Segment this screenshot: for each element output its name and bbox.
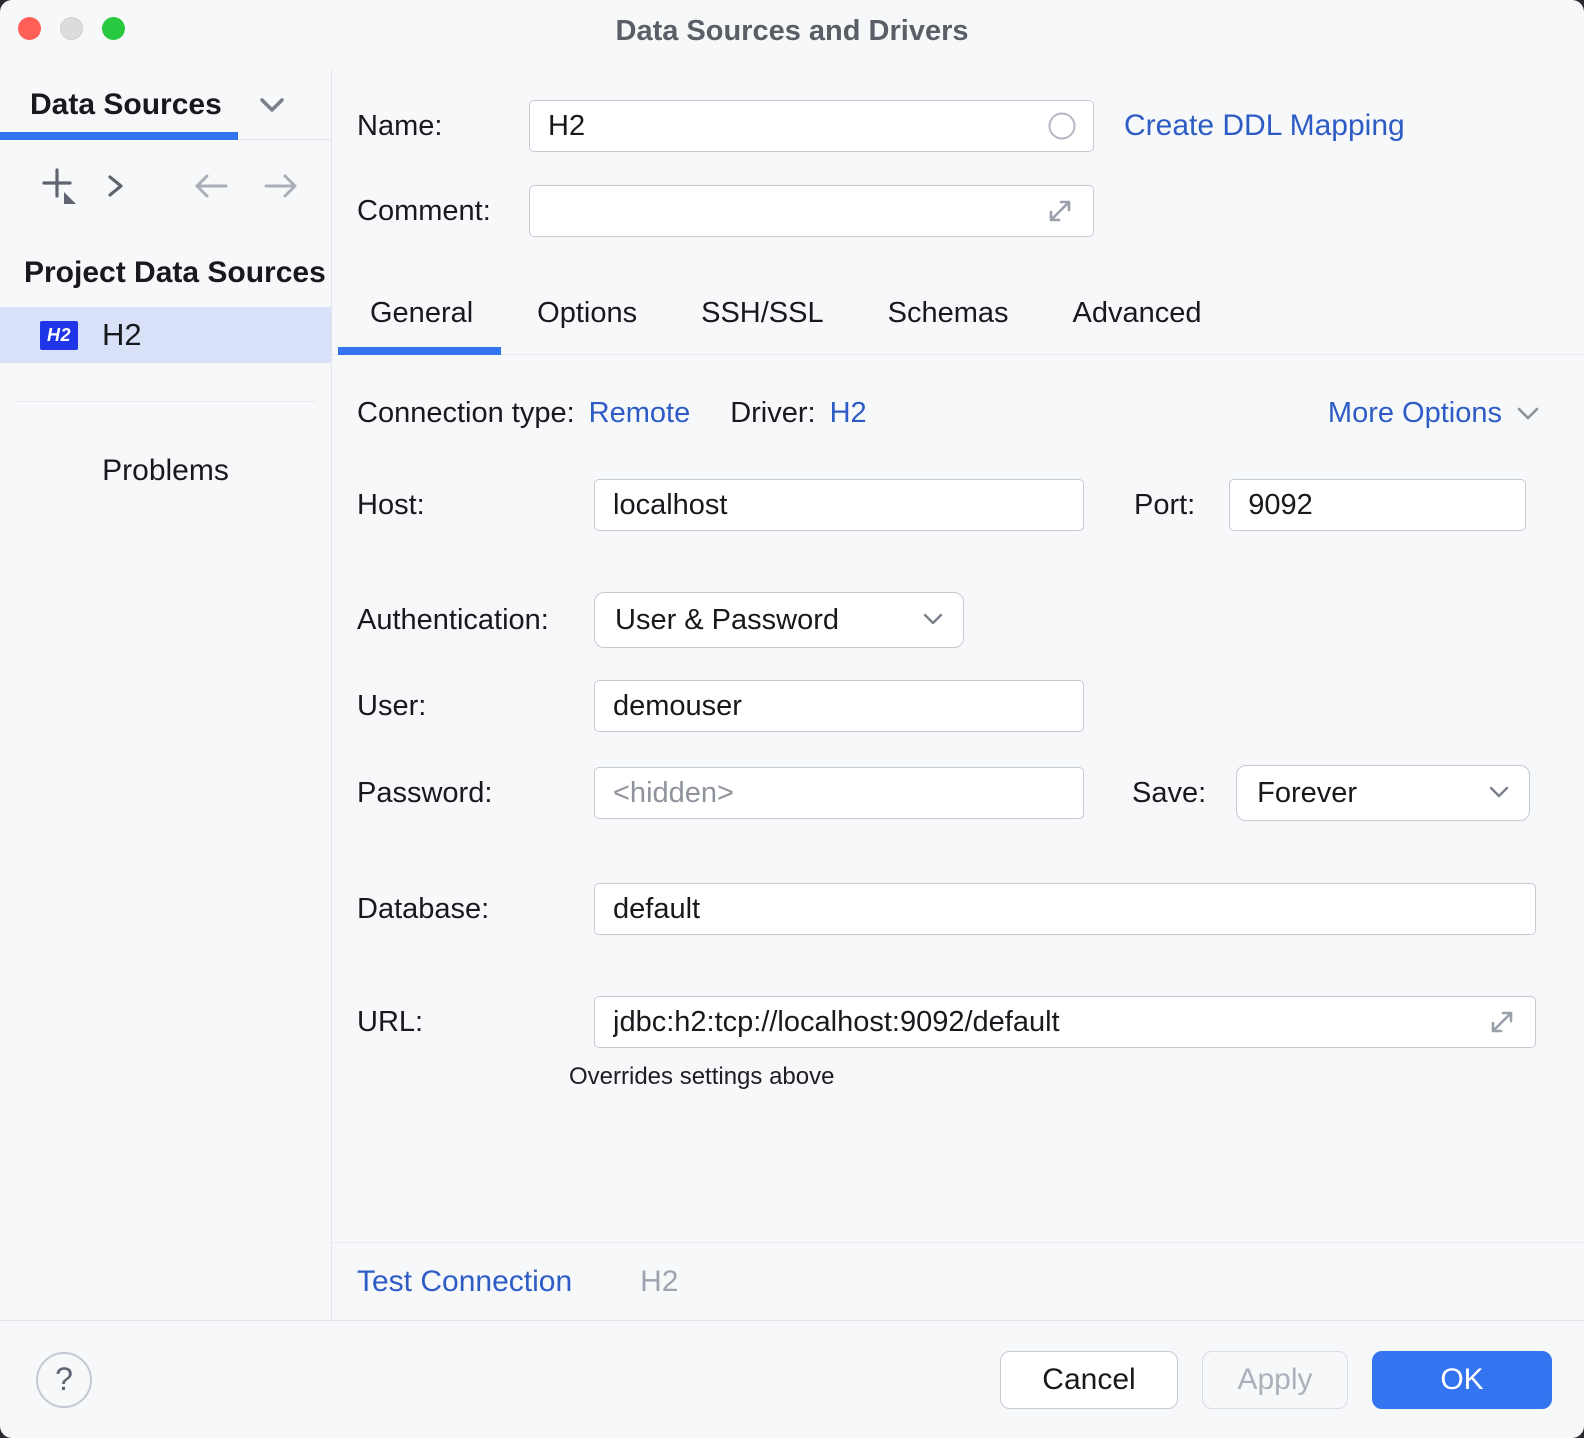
database-row: Database: xyxy=(332,883,1584,935)
sidebar-divider xyxy=(14,401,317,402)
tab-general[interactable]: General xyxy=(368,297,475,354)
test-connection-link[interactable]: Test Connection xyxy=(357,1265,572,1299)
save-select[interactable]: Forever xyxy=(1236,765,1530,821)
color-circle-icon[interactable] xyxy=(1048,112,1076,140)
sidebar-item-h2[interactable]: H2 H2 xyxy=(0,307,331,363)
authentication-row: Authentication: User & Password xyxy=(332,592,1584,648)
project-data-sources-title: Project Data Sources xyxy=(24,256,331,290)
password-input[interactable] xyxy=(594,767,1084,819)
port-label: Port: xyxy=(1134,489,1195,522)
chevron-down-icon[interactable] xyxy=(256,90,288,120)
ok-button[interactable]: OK xyxy=(1372,1351,1552,1409)
authentication-value: User & Password xyxy=(615,604,839,637)
host-label: Host: xyxy=(357,489,594,522)
user-input[interactable] xyxy=(594,680,1084,732)
footer-buttons: Cancel Apply OK xyxy=(1000,1351,1552,1409)
connection-type-label: Connection type: xyxy=(357,397,575,430)
tab-ssh-ssl[interactable]: SSH/SSL xyxy=(699,297,826,354)
zoom-icon[interactable] xyxy=(102,17,125,40)
user-row: User: xyxy=(332,680,1584,732)
user-label: User: xyxy=(357,690,594,723)
active-tab-underline xyxy=(0,132,238,140)
port-input[interactable] xyxy=(1229,479,1526,531)
titlebar: Data Sources and Drivers xyxy=(0,0,1584,70)
password-row: Password: Save: Forever xyxy=(332,765,1584,821)
create-ddl-mapping-link[interactable]: Create DDL Mapping xyxy=(1124,109,1405,143)
back-arrow-icon[interactable] xyxy=(192,171,230,201)
authentication-label: Authentication: xyxy=(357,604,594,637)
data-sources-dialog: Data Sources and Drivers Data Sources xyxy=(0,0,1584,1438)
chevron-down-icon xyxy=(923,613,943,627)
host-row: Host: Port: xyxy=(332,479,1584,531)
database-label: Database: xyxy=(357,893,594,926)
comment-label: Comment: xyxy=(357,195,529,228)
sidebar-toolbar xyxy=(38,164,331,208)
sidebar-tab-data-sources[interactable]: Data Sources xyxy=(0,70,331,140)
expand-editor-icon[interactable] xyxy=(1044,195,1076,227)
sidebar: Data Sources Proj xyxy=(0,70,332,1320)
name-row: Name: Create DDL Mapping xyxy=(332,100,1584,152)
name-label: Name: xyxy=(357,110,529,143)
cancel-button[interactable]: Cancel xyxy=(1000,1351,1178,1409)
tab-options[interactable]: Options xyxy=(535,297,639,354)
authentication-select[interactable]: User & Password xyxy=(594,592,964,648)
tab-advanced[interactable]: Advanced xyxy=(1071,297,1204,354)
expand-editor-icon[interactable] xyxy=(1486,1006,1518,1038)
driver-value[interactable]: H2 xyxy=(830,397,867,430)
url-input[interactable] xyxy=(594,996,1536,1048)
add-data-source-icon[interactable] xyxy=(38,164,80,208)
apply-button[interactable]: Apply xyxy=(1202,1351,1348,1409)
window-title: Data Sources and Drivers xyxy=(0,0,1584,62)
comment-row: Comment: xyxy=(332,185,1584,237)
minimize-icon[interactable] xyxy=(60,17,83,40)
h2-driver-icon: H2 xyxy=(40,321,78,350)
dialog-footer: ? Cancel Apply OK xyxy=(0,1320,1584,1438)
more-options-link[interactable]: More Options xyxy=(1328,397,1540,430)
close-icon[interactable] xyxy=(18,17,41,40)
tab-schemas[interactable]: Schemas xyxy=(886,297,1011,354)
save-label: Save: xyxy=(1132,777,1206,810)
more-options-label: More Options xyxy=(1328,397,1502,430)
host-input[interactable] xyxy=(594,479,1084,531)
settings-tabs: General Options SSH/SSL Schemas Advanced xyxy=(332,297,1584,355)
database-input[interactable] xyxy=(594,883,1536,935)
help-icon[interactable]: ? xyxy=(36,1352,92,1408)
sidebar-item-label: H2 xyxy=(102,317,142,353)
window-controls xyxy=(18,17,125,40)
spacer xyxy=(332,1091,1584,1242)
expand-node-icon[interactable] xyxy=(104,171,126,201)
general-tab-panel: Connection type: Remote Driver: H2 More … xyxy=(332,355,1584,1320)
url-hint: Overrides settings above xyxy=(569,1063,1584,1091)
url-label: URL: xyxy=(357,1006,594,1039)
connection-type-row: Connection type: Remote Driver: H2 More … xyxy=(332,397,1584,430)
problems-section-label[interactable]: Problems xyxy=(0,454,331,488)
sidebar-tab-label: Data Sources xyxy=(30,88,222,122)
comment-input[interactable] xyxy=(529,185,1094,237)
save-value: Forever xyxy=(1257,777,1357,810)
chevron-down-icon xyxy=(1489,786,1509,800)
driver-label: Driver: xyxy=(730,397,815,430)
chevron-down-icon xyxy=(1516,406,1540,422)
forward-arrow-icon[interactable] xyxy=(262,171,300,201)
test-driver-name: H2 xyxy=(640,1265,678,1299)
url-row: URL: xyxy=(332,996,1584,1048)
connection-type-value[interactable]: Remote xyxy=(589,397,691,430)
main-panel: Name: Create DDL Mapping Comment: xyxy=(332,70,1584,1320)
password-label: Password: xyxy=(357,777,594,810)
test-connection-bar: Test Connection H2 xyxy=(332,1242,1584,1320)
name-input[interactable] xyxy=(529,100,1094,152)
